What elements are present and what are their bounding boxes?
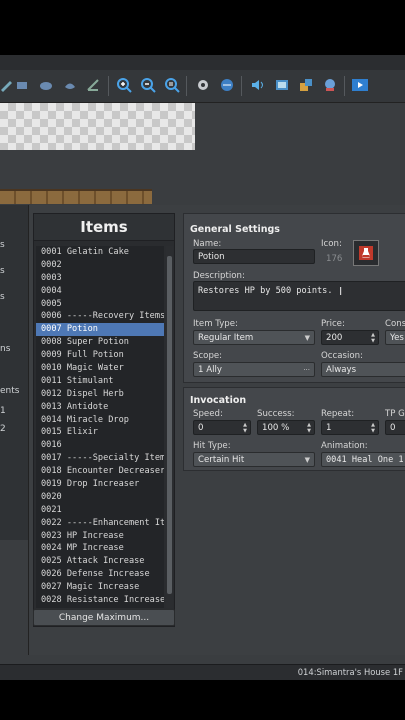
sound-test-icon[interactable] [248, 75, 268, 95]
tree-item[interactable]: ns [0, 344, 26, 354]
consumable-label: Cons [385, 319, 405, 329]
shadow-pen-icon[interactable] [83, 75, 103, 95]
scope-select[interactable]: 1 Ally ··· [193, 362, 315, 377]
item-type-select[interactable]: Regular Item ▼ [193, 330, 315, 345]
repeat-spinbox[interactable]: 1 ▲ ▼ [321, 420, 379, 435]
map-area-background [195, 103, 405, 150]
actual-size-icon[interactable] [162, 75, 182, 95]
item-row[interactable]: 0010 Magic Water [36, 362, 164, 375]
consumable-select[interactable]: Yes [385, 330, 405, 345]
item-row[interactable]: 0015 Elixir [36, 426, 164, 439]
item-row[interactable]: 0001 Gelatin Cake [36, 246, 164, 259]
repeat-label: Repeat: [321, 409, 355, 419]
item-row[interactable]: 0022 -----Enhancement It… [36, 517, 164, 530]
items-scrollbar[interactable] [166, 246, 173, 608]
database-icon[interactable] [217, 75, 237, 95]
tree-item[interactable]: s [0, 266, 26, 276]
fill-tool-icon[interactable] [60, 75, 80, 95]
change-maximum-button[interactable]: Change Maximum... [33, 609, 175, 626]
price-label: Price: [321, 319, 345, 329]
map-tree-panel[interactable]: s s s ns ents 1 2 [0, 205, 28, 540]
item-row[interactable]: 0021 [36, 504, 164, 517]
item-row[interactable]: 0027 Magic Increase [36, 581, 164, 594]
database-window: Items 0001 Gelatin Cake 0002 0003 0004 0005 0… [28, 205, 405, 655]
item-row[interactable]: 0019 Drop Increaser [36, 478, 164, 491]
icon-index: 176 [326, 254, 343, 264]
success-label: Success: [257, 409, 295, 419]
speed-spinbox[interactable]: 0 ▲ ▼ [193, 420, 251, 435]
item-row[interactable]: 0026 Defense Increase [36, 568, 164, 581]
item-row[interactable]: 0006 -----Recovery Items [36, 310, 164, 323]
item-row[interactable]: 0004 [36, 285, 164, 298]
items-panel: Items 0001 Gelatin Cake 0002 0003 0004 0005 0… [33, 213, 175, 627]
item-row[interactable]: 0018 Encounter Decreaser [36, 465, 164, 478]
resource-manager-icon[interactable] [272, 75, 292, 95]
invocation-title: Invocation [190, 395, 247, 406]
speed-label: Speed: [193, 409, 223, 419]
scope-label: Scope: [193, 351, 223, 361]
event-searcher-icon[interactable] [320, 75, 340, 95]
item-row[interactable]: 0016 [36, 439, 164, 452]
item-row[interactable]: 0023 HP Increase [36, 530, 164, 543]
tree-item[interactable]: 2 [0, 424, 26, 434]
item-row[interactable]: 0028 Resistance Increase [36, 594, 164, 607]
items-list[interactable]: 0001 Gelatin Cake 0002 0003 0004 0005 0006 --… [36, 246, 164, 608]
general-settings-group: General Settings Name: Potion Icon: 176 … [183, 213, 405, 383]
toolbar [0, 70, 405, 103]
item-row[interactable]: 0002 [36, 259, 164, 272]
item-row[interactable]: 0025 Attack Increase [36, 555, 164, 568]
occasion-label: Occasion: [321, 351, 363, 361]
name-label: Name: [193, 239, 222, 249]
tree-item[interactable]: ents [0, 386, 26, 396]
ellipse-tool-icon[interactable] [36, 75, 56, 95]
rectangle-tool-icon[interactable] [12, 75, 32, 95]
item-row[interactable]: 0012 Dispel Herb [36, 388, 164, 401]
item-row[interactable]: 0009 Full Potion [36, 349, 164, 362]
rpg-maker-editor-window: s s s ns ents 1 2 Items 0001 Gelatin Cak… [0, 55, 405, 680]
potion-icon[interactable] [353, 240, 379, 266]
item-row[interactable]: 0024 MP Increase [36, 542, 164, 555]
playtest-icon[interactable] [350, 75, 370, 95]
price-spinbox[interactable]: 200 ▲ ▼ [321, 330, 379, 345]
zoom-out-icon[interactable] [138, 75, 158, 95]
item-row[interactable]: 0020 [36, 491, 164, 504]
animation-select[interactable]: 0041 Heal One 1 [321, 452, 405, 467]
animation-label: Animation: [321, 441, 368, 451]
invocation-group: Invocation Speed: 0 ▲ ▼ Success: 100 % ▲ ▼ R… [183, 387, 405, 471]
item-row[interactable]: 0014 Miracle Drop [36, 414, 164, 427]
item-row[interactable]: 0005 [36, 298, 164, 311]
zoom-in-icon[interactable] [114, 75, 134, 95]
status-map-name: 014:Simantra's House 1F [297, 667, 403, 677]
item-type-label: Item Type: [193, 319, 238, 329]
item-row[interactable]: 0013 Antidote [36, 401, 164, 414]
tree-item[interactable]: s [0, 292, 26, 302]
map-tile-area[interactable] [0, 103, 195, 150]
item-row[interactable]: 0011 Stimulant [36, 375, 164, 388]
gear-icon[interactable] [193, 75, 213, 95]
tree-item[interactable]: 1 [0, 406, 26, 416]
status-bar: 014:Simantra's House 1F [0, 664, 405, 680]
text-cursor-icon: I [339, 285, 343, 298]
description-label: Description: [193, 271, 245, 281]
tp-gain-spinbox[interactable]: 0 [385, 420, 405, 435]
tree-item[interactable]: s [0, 240, 26, 250]
description-field[interactable]: Restores HP by 500 points. [193, 281, 405, 311]
occasion-select[interactable]: Always [321, 362, 405, 377]
item-row[interactable]: 0007 Potion [36, 323, 164, 337]
item-row[interactable]: 0008 Super Potion [36, 336, 164, 349]
icon-label: Icon: [321, 239, 342, 249]
menu-bar [0, 55, 405, 71]
items-title: Items [34, 214, 174, 241]
hit-type-select[interactable]: Certain Hit ▼ [193, 452, 315, 467]
name-field[interactable]: Potion [193, 249, 315, 264]
success-spinbox[interactable]: 100 % ▲ ▼ [257, 420, 315, 435]
item-row[interactable]: 0017 -----Specialty Items [36, 452, 164, 465]
item-row[interactable]: 0003 [36, 272, 164, 285]
general-settings-title: General Settings [190, 224, 280, 235]
tp-gain-label: TP G [385, 409, 405, 419]
hit-type-label: Hit Type: [193, 441, 231, 451]
character-generator-icon[interactable] [296, 75, 316, 95]
map-floor-tiles [0, 189, 152, 204]
